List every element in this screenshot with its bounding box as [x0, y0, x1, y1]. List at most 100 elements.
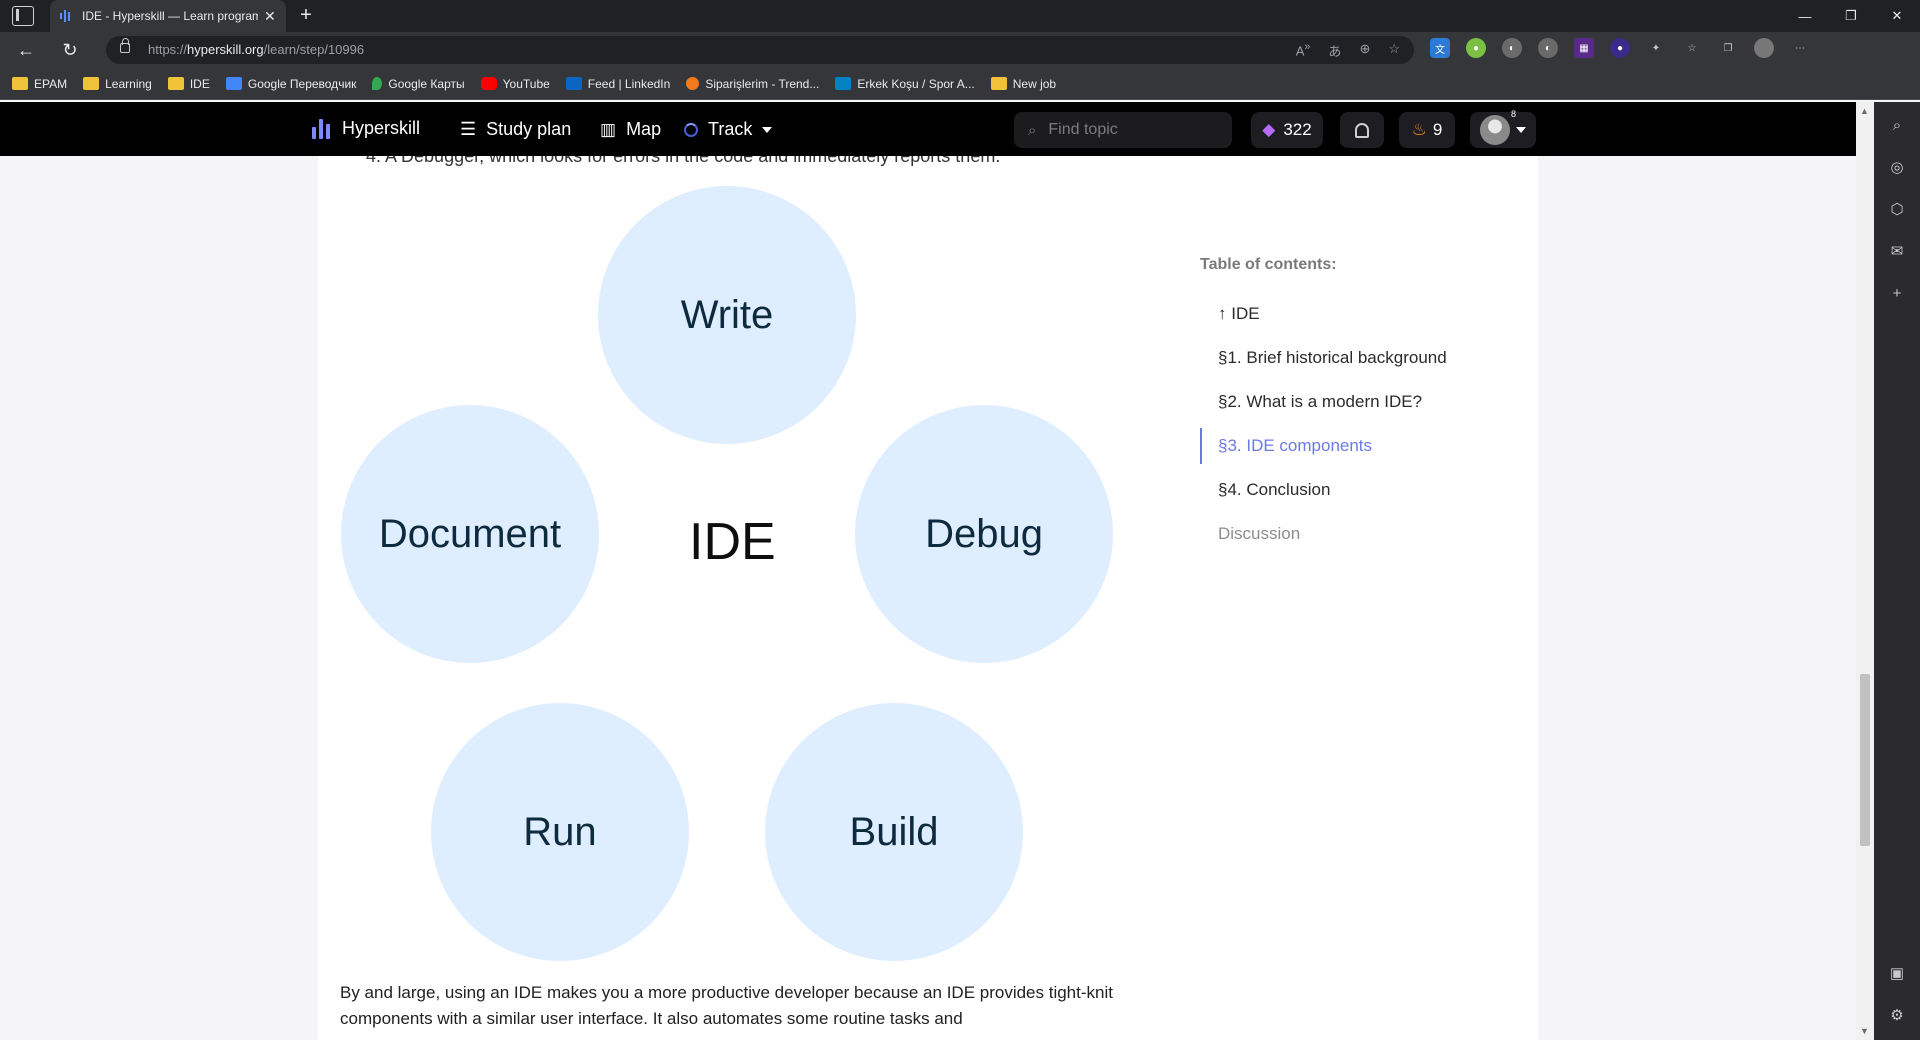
translate-icon[interactable]: あ [1328, 41, 1341, 60]
extensions-row: 文 ● ◐ ◐ ▦ ● ✦ ☆ ❐ ⋯ [1430, 38, 1810, 58]
gem-icon: ◆ [1262, 120, 1276, 139]
url-actions: A» あ ⊕ ☆ [1296, 41, 1400, 60]
tab-active[interactable]: IDE - Hyperskill — Learn programming ✕ [50, 0, 286, 32]
list-icon: ☰ [460, 119, 477, 139]
folder-icon [167, 77, 184, 90]
url-text: https://hyperskill.org/learn/step/10996 [148, 42, 365, 57]
toc-item-modern-ide[interactable]: §2. What is a modern IDE? [1200, 380, 1520, 424]
google-translate-icon [225, 77, 242, 90]
lock-icon [120, 38, 130, 53]
search-input[interactable]: ⌕ Find topic [1014, 112, 1232, 148]
search-icon: ⌕ [1028, 121, 1037, 139]
close-window-icon[interactable]: ✕ [1874, 0, 1920, 32]
extension-gray2-icon[interactable]: ◐ [1538, 38, 1558, 58]
toc-item-ide[interactable]: ↑ IDE [1200, 292, 1520, 336]
map-icon: ▥ [600, 119, 617, 139]
toc-item-discussion[interactable]: Discussion [1200, 512, 1520, 556]
bookmark-google-maps[interactable]: Google Карты [372, 77, 465, 91]
toc-item-ide-components[interactable]: §3. IDE components [1200, 424, 1520, 468]
bookmark-new-job[interactable]: New job [990, 77, 1056, 91]
scroll-thumb[interactable] [1860, 674, 1870, 846]
folder-icon [83, 77, 100, 90]
ide-components-diagram: Write Document Debug Run Build IDE [318, 156, 1118, 961]
notifications-button[interactable] [1340, 112, 1384, 148]
lesson-content: 4. A Debugger, which looks for errors in… [318, 146, 1538, 1040]
collections-icon[interactable]: ❐ [1718, 38, 1738, 58]
toc-item-historical-background[interactable]: §1. Brief historical background [1200, 336, 1520, 380]
chevron-down-icon [762, 126, 773, 133]
extension-green-icon[interactable]: ● [1466, 38, 1486, 58]
more-menu-icon[interactable]: ⋯ [1790, 38, 1810, 58]
add-icon[interactable]: + [1887, 284, 1907, 304]
page-viewport: 4. A Debugger, which looks for errors in… [0, 102, 1856, 1040]
scroll-down-icon[interactable]: ▼ [1860, 1026, 1869, 1036]
minimize-icon[interactable]: — [1782, 0, 1828, 32]
bookmarks-bar: EPAM Learning IDE Google Переводчик Goog… [0, 68, 1920, 100]
streak-counter[interactable]: ♨ 9 [1399, 112, 1455, 148]
nav-track[interactable]: Track [684, 119, 773, 140]
new-tab-icon[interactable]: + [294, 4, 318, 28]
folder-icon [12, 77, 28, 90]
tab-actions-icon[interactable] [12, 6, 34, 26]
extension-gray-icon[interactable]: ◐ [1502, 38, 1522, 58]
table-of-contents: Table of contents: ↑ IDE §1. Brief histo… [1200, 256, 1520, 556]
copilot-icon[interactable]: ◎ [1887, 158, 1907, 178]
gems-counter[interactable]: ◆ 322 [1251, 112, 1323, 148]
favorites-icon[interactable]: ☆ [1682, 38, 1702, 58]
extension-violet-icon[interactable]: ● [1610, 38, 1630, 58]
chevron-down-icon [1516, 127, 1526, 133]
scroll-up-icon[interactable]: ▲ [1860, 106, 1869, 116]
bookmark-ide[interactable]: IDE [167, 77, 210, 91]
trendyol-icon [686, 77, 700, 90]
reload-icon[interactable]: ↻ [56, 38, 84, 62]
nav-study-plan[interactable]: ☰ Study plan [460, 119, 571, 140]
url-input[interactable]: https://hyperskill.org/learn/step/10996 … [106, 36, 1414, 64]
hyperskill-favicon-icon [60, 9, 74, 23]
restore-icon[interactable]: ❐ [1828, 0, 1874, 32]
zoom-icon[interactable]: ⊕ [1359, 41, 1370, 60]
browser-window: IDE - Hyperskill — Learn programming ✕ +… [0, 0, 1920, 1040]
shopping-icon[interactable]: ⬡ [1887, 200, 1907, 220]
gear-icon[interactable]: ⚙ [1887, 1006, 1907, 1026]
avatar-badge: 8 [1510, 109, 1516, 119]
fire-icon: ♨ [1411, 120, 1427, 139]
decathlon-icon [835, 77, 852, 90]
youtube-icon [480, 77, 497, 90]
nav-map[interactable]: ▥ Map [600, 119, 661, 140]
toc-title: Table of contents: [1200, 256, 1337, 273]
google-maps-icon [372, 77, 383, 90]
profile-icon[interactable] [1754, 38, 1774, 58]
bell-icon [1355, 122, 1369, 138]
page-scrollbar[interactable]: ▲ ▼ [1856, 102, 1874, 1040]
browser-sidebar: ⌕ ◎ ⬡ ✉ + ▣ ⚙ [1874, 102, 1920, 1040]
body-paragraph: By and large, using an IDE makes you a m… [340, 983, 1113, 1028]
toc-item-conclusion[interactable]: §4. Conclusion [1200, 468, 1520, 512]
outlook-icon[interactable]: ✉ [1887, 242, 1907, 262]
bookmark-youtube[interactable]: YouTube [480, 77, 550, 91]
bookmark-epam[interactable]: EPAM [12, 77, 67, 91]
progress-circle-icon [684, 122, 698, 137]
read-aloud-icon[interactable]: A» [1296, 41, 1311, 60]
extension-translate-icon[interactable]: 文 [1430, 38, 1450, 58]
site-header: Hyperskill ☰ Study plan ▥ Map Track ⌕ Fi… [0, 102, 1856, 156]
diagram-node-run: Run [431, 703, 689, 961]
linkedin-icon [565, 77, 582, 90]
address-bar-row: ← ↻ https://hyperskill.org/learn/step/10… [0, 32, 1920, 68]
extension-purple-icon[interactable]: ▦ [1574, 38, 1594, 58]
back-icon[interactable]: ← [12, 38, 40, 62]
bookmark-decathlon[interactable]: Erkek Koşu / Spor A... [835, 77, 975, 91]
diagram-node-build: Build [765, 703, 1023, 961]
search-icon[interactable]: ⌕ [1887, 116, 1907, 136]
tab-title: IDE - Hyperskill — Learn programming [82, 9, 258, 23]
favorite-add-icon[interactable]: ☆ [1388, 41, 1400, 60]
sidebar-layout-icon[interactable]: ▣ [1887, 964, 1907, 984]
bookmark-trendyol[interactable]: Siparişlerim - Trend... [686, 77, 819, 91]
tab-close-icon[interactable]: ✕ [264, 8, 276, 25]
profile-menu[interactable]: 8 [1470, 109, 1536, 148]
diagram-node-write: Write [598, 186, 856, 444]
hyperskill-logo[interactable]: Hyperskill [312, 118, 420, 139]
bookmark-linkedin[interactable]: Feed | LinkedIn [565, 77, 670, 91]
bookmark-google-translate[interactable]: Google Переводчик [225, 77, 356, 91]
bookmark-learning[interactable]: Learning [83, 77, 152, 91]
extensions-icon[interactable]: ✦ [1646, 38, 1666, 58]
